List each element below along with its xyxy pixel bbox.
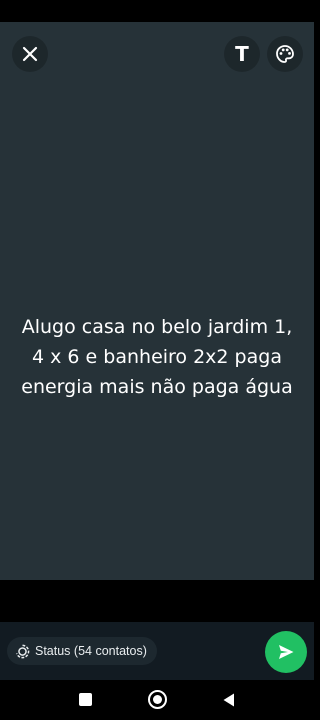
status-audience-chip[interactable]: Status (54 contatos) <box>7 637 157 665</box>
system-status-bar <box>0 0 314 22</box>
text-style-icon: T <box>235 42 249 66</box>
circle-home-icon[interactable] <box>148 690 167 709</box>
close-icon <box>22 46 38 62</box>
status-audience-label: Status (54 contatos) <box>35 644 147 658</box>
status-text-content[interactable]: Alugo casa no belo jardim 1, 4 x 6 e ban… <box>14 312 300 402</box>
square-recents-icon[interactable] <box>79 693 92 706</box>
composer-footer: Status (54 contatos) <box>0 622 314 680</box>
triangle-back-icon[interactable] <box>222 692 236 708</box>
background-color-button[interactable] <box>267 36 303 72</box>
system-navigation-bar <box>0 680 314 720</box>
send-icon <box>279 645 294 659</box>
text-style-button[interactable]: T <box>224 36 260 72</box>
close-button[interactable] <box>12 36 48 72</box>
status-icon <box>15 644 30 658</box>
status-composer-screen: T Alugo casa no belo jardim 1, 4 x 6 e b… <box>0 0 314 720</box>
send-button[interactable] <box>265 631 307 673</box>
palette-icon <box>276 45 294 63</box>
text-status-canvas[interactable]: T Alugo casa no belo jardim 1, 4 x 6 e b… <box>0 22 314 580</box>
keyboard-spacer <box>0 580 314 622</box>
